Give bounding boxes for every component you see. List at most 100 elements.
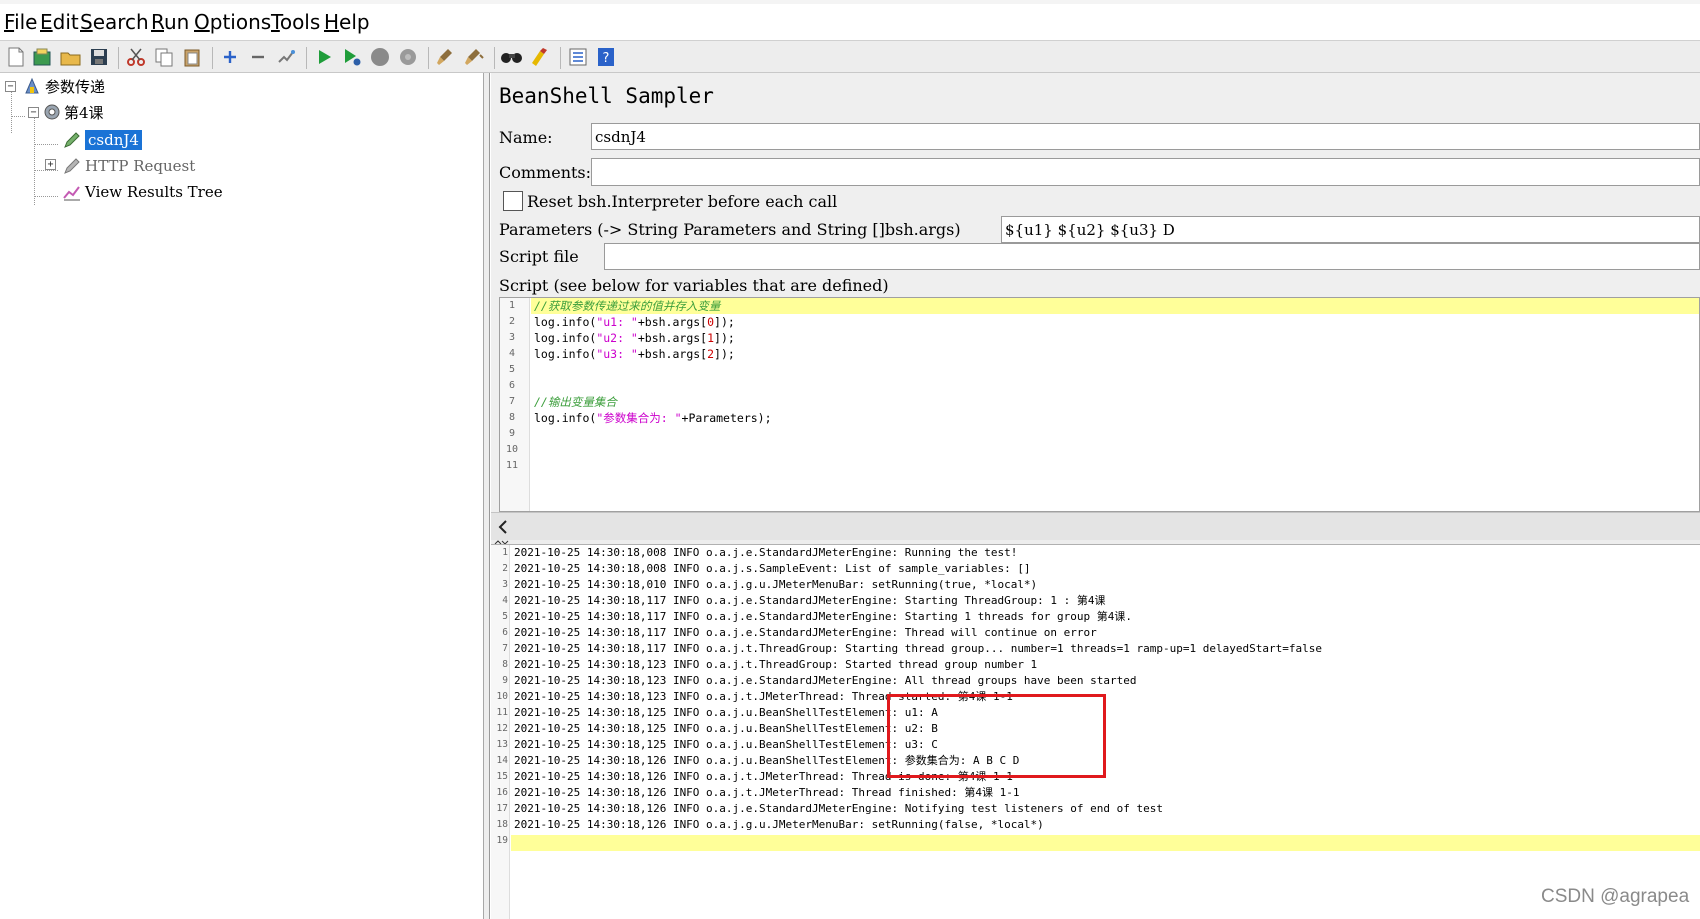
script-label: Script (see below for variables that are… bbox=[499, 276, 889, 295]
tree-node-beanshell-sampler[interactable]: csdnJ4 bbox=[62, 128, 142, 152]
tree-node-label: 第4课 bbox=[64, 103, 104, 122]
search-icon[interactable] bbox=[500, 45, 524, 69]
templates-icon[interactable] bbox=[31, 45, 55, 69]
script-editor[interactable]: 1 2 3 4 5 6 7 8 9 10 11 //获取参数传递过来的值并存入变… bbox=[499, 297, 1700, 512]
line-number: 18 bbox=[496, 819, 508, 830]
code-string: "u2: " bbox=[596, 331, 638, 345]
log-line: 2021-10-25 14:30:18,125 INFO o.a.j.u.Bea… bbox=[514, 722, 938, 735]
log-line: 2021-10-25 14:30:18,126 INFO o.a.j.g.u.J… bbox=[514, 818, 1044, 831]
start-icon[interactable] bbox=[312, 45, 336, 69]
line-number: 14 bbox=[496, 755, 508, 766]
gear-icon bbox=[44, 104, 60, 120]
log-line: 2021-10-25 14:30:18,125 INFO o.a.j.u.Bea… bbox=[514, 738, 938, 751]
line-number: 9 bbox=[508, 428, 516, 439]
collapse-toggle-thread-group[interactable]: − bbox=[28, 107, 39, 118]
log-line: 2021-10-25 14:30:18,117 INFO o.a.j.t.Thr… bbox=[514, 642, 1322, 655]
tree-node-thread-group[interactable]: 第4课 bbox=[42, 100, 104, 124]
code-number: 1 bbox=[707, 331, 715, 345]
watermark: CSDN @agrapea bbox=[1541, 886, 1690, 907]
copy-icon[interactable] bbox=[152, 45, 176, 69]
log-line: 2021-10-25 14:30:18,008 INFO o.a.j.e.Sta… bbox=[514, 546, 1018, 559]
function-helper-icon[interactable] bbox=[566, 45, 590, 69]
line-number: 17 bbox=[496, 803, 508, 814]
menu-tools[interactable]: Tools bbox=[271, 10, 320, 34]
line-number: 1 bbox=[502, 547, 508, 558]
collapse-toggle-root[interactable]: − bbox=[5, 81, 16, 92]
menu-edit[interactable]: Edit bbox=[40, 10, 79, 34]
tree-node-label: HTTP Request bbox=[85, 157, 196, 175]
menu-file[interactable]: File bbox=[4, 10, 37, 34]
menu-options[interactable]: Options bbox=[194, 10, 271, 34]
log-line: 2021-10-25 14:30:18,123 INFO o.a.j.e.Sta… bbox=[514, 674, 1137, 687]
open-icon[interactable] bbox=[59, 45, 83, 69]
line-number: 7 bbox=[502, 643, 508, 654]
line-number: 16 bbox=[496, 787, 508, 798]
help-icon[interactable]: ? bbox=[594, 45, 618, 69]
line-number: 8 bbox=[502, 659, 508, 670]
tree-node-view-results-tree[interactable]: View Results Tree bbox=[62, 180, 223, 204]
code-number: 0 bbox=[707, 315, 715, 329]
code-comment: //获取参数传递过来的值并存入变量 bbox=[534, 299, 721, 313]
line-number: 10 bbox=[505, 444, 519, 455]
cut-icon[interactable] bbox=[124, 45, 148, 69]
collapse-icon[interactable] bbox=[246, 45, 270, 69]
line-number: 7 bbox=[508, 396, 516, 407]
code-token: +Parameters); bbox=[681, 411, 772, 425]
line-number-gutter: 1 2 3 4 5 6 7 8 9 10 11 bbox=[500, 298, 530, 511]
reset-search-icon[interactable] bbox=[528, 45, 552, 69]
code-line: log.info("参数集合为: "+Parameters); bbox=[531, 410, 1699, 426]
log-line: 2021-10-25 14:30:18,117 INFO o.a.j.e.Sta… bbox=[514, 594, 1106, 607]
code-token: +bsh.args[ bbox=[637, 331, 708, 345]
shutdown-icon[interactable] bbox=[396, 45, 420, 69]
clear-all-icon[interactable] bbox=[462, 45, 486, 69]
scroll-left-icon[interactable] bbox=[497, 520, 509, 534]
line-number: 6 bbox=[502, 627, 508, 638]
line-number: 3 bbox=[508, 332, 516, 343]
expand-toggle-http-request[interactable]: + bbox=[45, 159, 56, 170]
line-number: 6 bbox=[508, 380, 516, 391]
comments-field[interactable] bbox=[591, 158, 1700, 186]
start-no-pause-icon[interactable] bbox=[340, 45, 364, 69]
name-label: Name: bbox=[499, 128, 553, 147]
tree-node-test-plan[interactable]: 参数传递 bbox=[22, 74, 105, 98]
annotation-highlight-box bbox=[887, 694, 1106, 778]
stop-icon[interactable] bbox=[368, 45, 392, 69]
tree-node-label: View Results Tree bbox=[85, 183, 223, 201]
menu-run[interactable]: Run bbox=[151, 10, 189, 34]
log-line: 2021-10-25 14:30:18,010 INFO o.a.j.g.u.J… bbox=[514, 578, 1038, 591]
reset-interpreter-label: Reset bsh.Interpreter before each call bbox=[527, 192, 838, 211]
log-line: 2021-10-25 14:30:18,117 INFO o.a.j.e.Sta… bbox=[514, 626, 1097, 639]
script-file-field[interactable] bbox=[604, 243, 1700, 270]
code-token: log.info( bbox=[534, 315, 597, 329]
tree-node-http-request[interactable]: HTTP Request bbox=[62, 154, 195, 178]
script-file-label: Script file bbox=[499, 247, 579, 266]
reset-interpreter-checkbox[interactable] bbox=[503, 191, 523, 211]
code-number: 2 bbox=[707, 347, 715, 361]
comments-label: Comments: bbox=[499, 163, 592, 182]
menu-bar: File Edit Search Run Options Tools Help bbox=[0, 0, 1700, 40]
horizontal-scrollbar[interactable] bbox=[491, 512, 1700, 540]
pencil-icon bbox=[64, 132, 80, 148]
line-number: 8 bbox=[508, 412, 516, 423]
line-number: 11 bbox=[505, 460, 519, 471]
toggle-icon[interactable] bbox=[274, 45, 298, 69]
expand-icon[interactable] bbox=[218, 45, 242, 69]
code-token: +bsh.args[ bbox=[637, 315, 708, 329]
new-icon[interactable] bbox=[4, 45, 28, 69]
log-line: 2021-10-25 14:30:18,123 INFO o.a.j.t.Thr… bbox=[514, 658, 1038, 671]
menu-help[interactable]: Help bbox=[324, 10, 370, 34]
code-line: log.info("u2: "+bsh.args[1]); bbox=[531, 330, 1699, 346]
test-plan-icon bbox=[25, 77, 39, 94]
name-field[interactable]: csdnJ4 bbox=[591, 123, 1700, 150]
window-title-strip bbox=[0, 0, 1700, 4]
code-line: //获取参数传递过来的值并存入变量 bbox=[531, 298, 1699, 314]
code-token: log.info( bbox=[534, 331, 597, 345]
clear-icon[interactable] bbox=[434, 45, 458, 69]
parameters-field[interactable]: ${u1} ${u2} ${u3} D bbox=[1001, 216, 1700, 243]
line-number: 2 bbox=[502, 563, 508, 574]
line-number: 10 bbox=[496, 691, 508, 702]
save-icon[interactable] bbox=[87, 45, 111, 69]
menu-search[interactable]: Search bbox=[80, 10, 149, 34]
paste-icon[interactable] bbox=[180, 45, 204, 69]
split-pane-divider[interactable] bbox=[484, 73, 490, 919]
